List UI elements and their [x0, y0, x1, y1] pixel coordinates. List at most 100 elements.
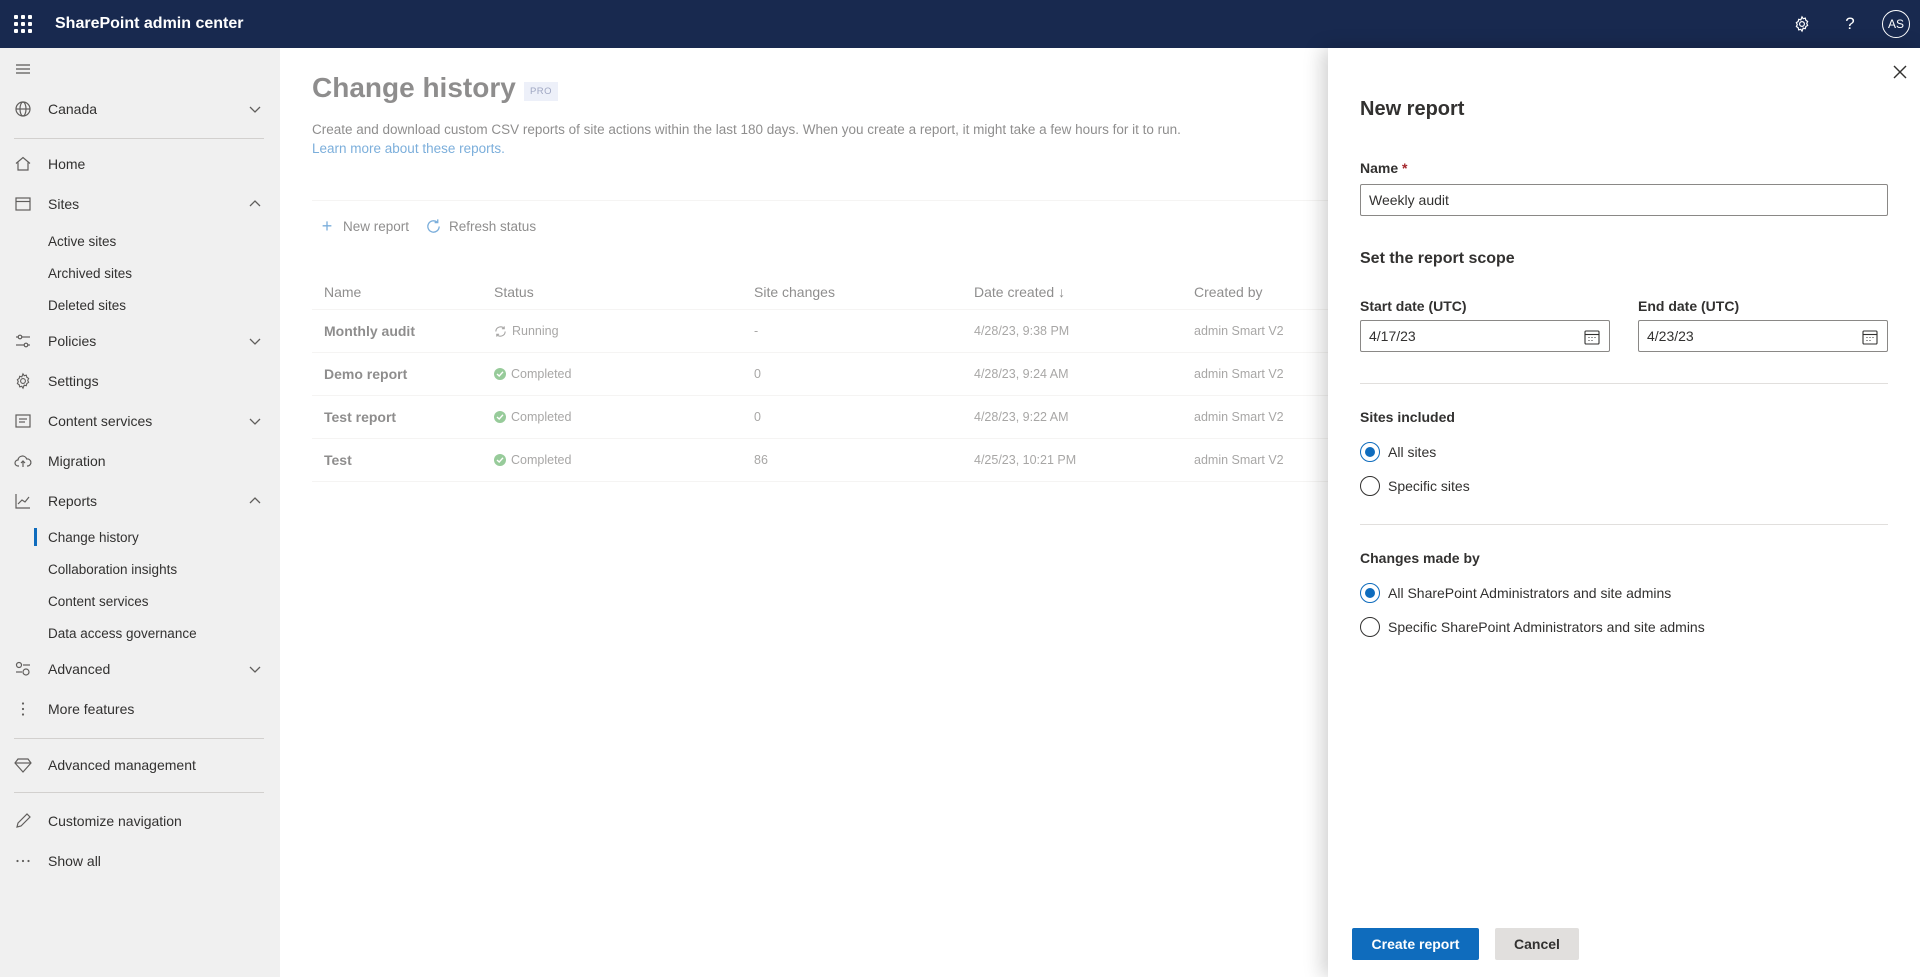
- sidebar-item-advanced[interactable]: Advanced: [0, 650, 280, 688]
- sidebar-subitem-active-sites[interactable]: Active sites: [0, 226, 280, 256]
- more-vertical-icon: [21, 702, 25, 716]
- cloud-upload-icon: [14, 455, 32, 467]
- chart-icon: [15, 494, 30, 509]
- start-date-picker[interactable]: 4/17/23: [1360, 320, 1610, 352]
- end-date-label: End date (UTC): [1638, 298, 1740, 314]
- radio-button-selected[interactable]: [1360, 583, 1380, 603]
- sidebar-subitem-label: Deleted sites: [48, 297, 127, 313]
- sidebar-item-label: Canada: [48, 101, 98, 117]
- name-label: Name *: [1360, 160, 1407, 176]
- pencil-icon: [16, 813, 31, 828]
- hamburger-icon: [16, 64, 30, 74]
- radio-button[interactable]: [1360, 476, 1380, 496]
- sidebar-item-label: Settings: [48, 373, 99, 389]
- sidebar-subitem-deleted-sites[interactable]: Deleted sites: [0, 290, 280, 320]
- sidebar-item-label: Customize navigation: [48, 813, 182, 829]
- sidebar-item-label: Advanced management: [48, 757, 196, 773]
- radio-all-admins[interactable]: All SharePoint Administrators and site a…: [1360, 581, 1671, 605]
- content-services-icon: [15, 414, 31, 428]
- radio-label: All sites: [1388, 444, 1437, 460]
- diamond-icon: [14, 758, 32, 773]
- sidebar-item-reports[interactable]: Reports: [0, 482, 280, 520]
- sidebar-item-show-all[interactable]: Show all: [0, 842, 280, 880]
- radio-button[interactable]: [1360, 617, 1380, 637]
- chevron-down-icon: [249, 106, 261, 113]
- sidebar-item-label: Content services: [48, 413, 153, 429]
- nav-divider: [14, 138, 264, 139]
- radio-specific-sites[interactable]: Specific sites: [1360, 474, 1470, 498]
- report-name-input[interactable]: Weekly audit: [1360, 184, 1888, 216]
- sidebar-subitem-label: Change history: [48, 529, 139, 545]
- sidebar-item-more-features[interactable]: More features: [0, 690, 280, 728]
- radio-specific-admins[interactable]: Specific SharePoint Administrators and s…: [1360, 615, 1705, 639]
- sidebar-item-content-services[interactable]: Content services: [0, 402, 280, 440]
- sidebar-item-label: More features: [48, 701, 135, 717]
- divider: [1360, 524, 1888, 525]
- name-label-text: Name: [1360, 160, 1399, 176]
- chevron-down-icon: [249, 418, 261, 425]
- sidebar-subitem-change-history[interactable]: Change history: [0, 522, 280, 552]
- start-date-value: 4/17/23: [1369, 328, 1416, 344]
- sidebar-item-settings[interactable]: Settings: [0, 362, 280, 400]
- avatar[interactable]: AS: [1882, 10, 1910, 38]
- app-launcher-button[interactable]: [0, 0, 46, 48]
- sidebar-subitem-label: Content services: [48, 593, 149, 609]
- ellipsis-icon: [16, 859, 30, 863]
- sidebar-subitem-data-access-governance[interactable]: Data access governance: [0, 618, 280, 648]
- sidebar-item-label: Show all: [48, 853, 101, 869]
- sidebar-subitem-collaboration-insights[interactable]: Collaboration insights: [0, 554, 280, 584]
- settings-button[interactable]: [1778, 0, 1826, 48]
- radio-label: All SharePoint Administrators and site a…: [1388, 585, 1672, 601]
- cancel-button[interactable]: Cancel: [1495, 928, 1579, 960]
- app-title[interactable]: SharePoint admin center: [55, 15, 244, 33]
- top-bar: SharePoint admin center ? AS: [0, 0, 1920, 48]
- sidebar-subitem-label: Archived sites: [48, 265, 133, 281]
- gear-icon: [16, 372, 30, 390]
- sidebar-item-customize-navigation[interactable]: Customize navigation: [0, 802, 280, 840]
- changes-made-by-label: Changes made by: [1360, 550, 1480, 566]
- chevron-up-icon: [249, 200, 261, 207]
- advanced-icon: [15, 661, 30, 676]
- calendar-icon[interactable]: [1583, 328, 1601, 346]
- question-icon: ?: [1845, 14, 1855, 33]
- chevron-down-icon: [249, 666, 261, 673]
- panel-overlay[interactable]: [280, 48, 1328, 977]
- sidebar-item-sites[interactable]: Sites: [0, 185, 280, 223]
- create-report-button[interactable]: Create report: [1352, 928, 1479, 960]
- end-date-picker[interactable]: 4/23/23: [1638, 320, 1888, 352]
- required-marker: *: [1402, 160, 1408, 176]
- sidebar-item-migration[interactable]: Migration: [0, 442, 280, 480]
- nav-divider: [14, 738, 264, 739]
- panel-title: New report: [1360, 98, 1465, 120]
- calendar-icon[interactable]: [1861, 328, 1879, 346]
- radio-label: Specific SharePoint Administrators and s…: [1388, 619, 1705, 635]
- sidebar-item-label: Reports: [48, 493, 98, 509]
- chevron-up-icon: [249, 497, 261, 504]
- radio-button-selected[interactable]: [1360, 442, 1380, 462]
- sidebar-item-canada[interactable]: Canada: [0, 90, 280, 128]
- sidebar-item-label: Home: [48, 156, 86, 172]
- globe-icon: [15, 101, 31, 117]
- sidebar-item-label: Policies: [48, 333, 97, 349]
- close-icon[interactable]: [1888, 60, 1912, 84]
- left-navigation: Canada Home Sites Active sites Archived …: [0, 48, 280, 977]
- gear-icon: [1795, 15, 1809, 33]
- sidebar-item-advanced-management[interactable]: Advanced management: [0, 746, 280, 784]
- sites-icon: [15, 197, 31, 211]
- sidebar-subitem-label: Active sites: [48, 233, 117, 249]
- radio-all-sites[interactable]: All sites: [1360, 440, 1436, 464]
- waffle-icon: [14, 15, 32, 33]
- policies-icon: [16, 334, 30, 348]
- sidebar-subitem-archived-sites[interactable]: Archived sites: [0, 258, 280, 288]
- end-date-value: 4/23/23: [1647, 328, 1694, 344]
- start-date-label: Start date (UTC): [1360, 298, 1467, 314]
- sidebar-item-home[interactable]: Home: [0, 145, 280, 183]
- sidebar-subitem-label: Collaboration insights: [48, 561, 178, 577]
- sidebar-subitem-content-services[interactable]: Content services: [0, 586, 280, 616]
- collapse-nav-button[interactable]: [0, 50, 48, 88]
- sidebar-item-policies[interactable]: Policies: [0, 322, 280, 360]
- scope-title: Set the report scope: [1360, 250, 1515, 267]
- sidebar-subitem-label: Data access governance: [48, 625, 197, 641]
- nav-divider: [14, 792, 264, 793]
- help-button[interactable]: ?: [1826, 0, 1874, 48]
